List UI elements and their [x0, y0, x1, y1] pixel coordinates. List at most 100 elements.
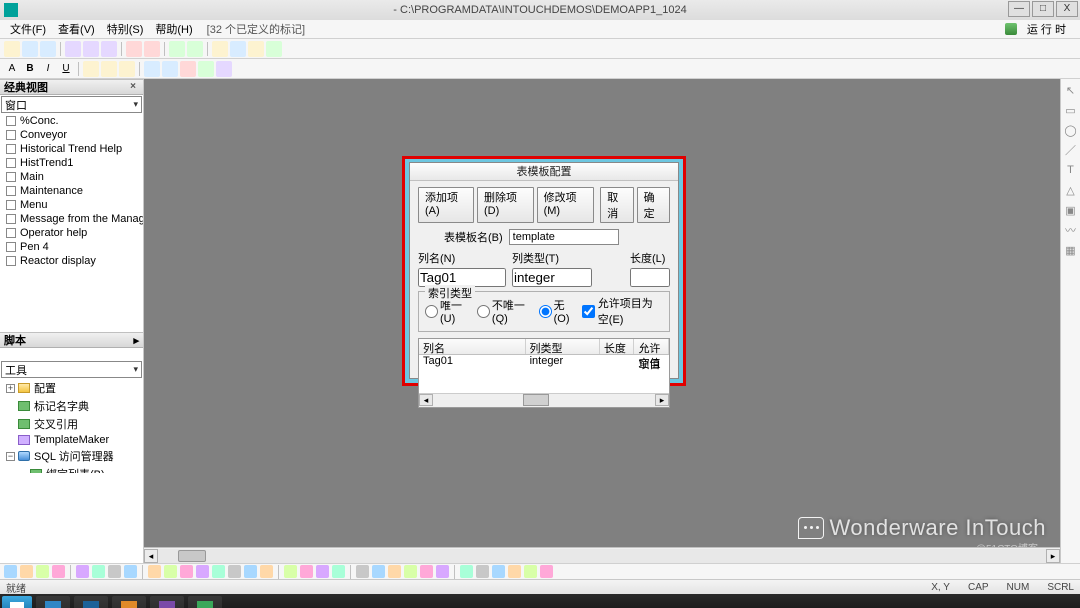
window-item[interactable]: HistTrend1 [0, 156, 143, 170]
pointer-tool-icon[interactable]: ↖ [1064, 83, 1078, 97]
tool-config[interactable]: +配置 [0, 379, 143, 397]
tb-undo-icon[interactable] [126, 41, 142, 57]
window-item[interactable]: Operator help [0, 226, 143, 240]
delete-item-button[interactable]: 删除项(D) [477, 187, 534, 223]
tool-bindlist[interactable]: 绑定列表(B) [0, 465, 143, 473]
tb-align-right-icon[interactable] [119, 61, 135, 77]
radio-unique[interactable]: 唯一(U) [425, 297, 469, 325]
menu-special[interactable]: 特别(S) [101, 19, 150, 39]
taskbar-item[interactable] [74, 596, 108, 608]
tb-paste-icon[interactable] [101, 41, 117, 57]
bi-icon[interactable] [148, 565, 161, 578]
tb-cut-icon[interactable] [65, 41, 81, 57]
tools-dropdown[interactable]: 工具 ▾ [1, 361, 142, 378]
runtime-group[interactable]: 运 行 时 [999, 17, 1080, 41]
window-item[interactable]: Pen 4 [0, 240, 143, 254]
bi-icon[interactable] [404, 565, 417, 578]
window-item[interactable]: Historical Trend Help [0, 142, 143, 156]
tb-font-icon[interactable]: A [4, 61, 20, 77]
tool-crossref[interactable]: 交叉引用 [0, 415, 143, 433]
polygon-tool-icon[interactable]: △ [1064, 183, 1078, 197]
add-item-button[interactable]: 添加项(A) [418, 187, 474, 223]
taskbar-item[interactable] [112, 596, 146, 608]
tb-line-icon[interactable] [198, 61, 214, 77]
window-item[interactable]: Menu [0, 198, 143, 212]
bi-icon[interactable] [524, 565, 537, 578]
rect-tool-icon[interactable]: ▭ [1064, 103, 1078, 117]
tb-misc1-icon[interactable] [212, 41, 228, 57]
close-button[interactable]: X [1056, 1, 1078, 17]
canvas-hscrollbar[interactable]: ◂ ▸ [144, 547, 1060, 563]
bi-icon[interactable] [436, 565, 449, 578]
bi-icon[interactable] [228, 565, 241, 578]
window-item[interactable]: Message from the Manager [0, 212, 143, 226]
taskbar-item[interactable] [150, 596, 184, 608]
bi-icon[interactable] [372, 565, 385, 578]
tb-save-icon[interactable] [40, 41, 56, 57]
tb-run-icon[interactable] [169, 41, 185, 57]
line-tool-icon[interactable]: ／ [1064, 143, 1078, 157]
bi-icon[interactable] [4, 565, 17, 578]
bi-icon[interactable] [92, 565, 105, 578]
panel-close-icon[interactable]: × [127, 81, 139, 93]
scroll-right-icon[interactable]: ▸ [655, 394, 669, 406]
bitmap-tool-icon[interactable]: ▦ [1064, 243, 1078, 257]
tool-tagdict[interactable]: 标记名字典 [0, 397, 143, 415]
tb-shape1-icon[interactable] [144, 61, 160, 77]
grid-hscrollbar[interactable]: ◂ ▸ [419, 393, 669, 407]
bi-icon[interactable] [540, 565, 553, 578]
bi-icon[interactable] [36, 565, 49, 578]
scroll-left-icon[interactable]: ◂ [419, 394, 433, 406]
tb-shape2-icon[interactable] [162, 61, 178, 77]
bi-icon[interactable] [20, 565, 33, 578]
window-item[interactable]: Reactor display [0, 254, 143, 268]
bi-icon[interactable] [492, 565, 505, 578]
button-tool-icon[interactable]: ▣ [1064, 203, 1078, 217]
bi-icon[interactable] [180, 565, 193, 578]
bi-icon[interactable] [316, 565, 329, 578]
trend-tool-icon[interactable]: 〰 [1064, 223, 1078, 237]
tb-redo-icon[interactable] [144, 41, 160, 57]
tb-stop-icon[interactable] [187, 41, 203, 57]
tb-open-icon[interactable] [22, 41, 38, 57]
bi-icon[interactable] [76, 565, 89, 578]
bi-icon[interactable] [460, 565, 473, 578]
bi-icon[interactable] [388, 565, 401, 578]
tb-copy-icon[interactable] [83, 41, 99, 57]
scroll-thumb[interactable] [178, 550, 206, 562]
bi-icon[interactable] [164, 565, 177, 578]
menu-help[interactable]: 帮助(H) [149, 19, 198, 39]
taskbar-item[interactable] [188, 596, 222, 608]
maximize-button[interactable]: □ [1032, 1, 1054, 17]
scroll-left-icon[interactable]: ◂ [144, 549, 158, 563]
bi-icon[interactable] [212, 565, 225, 578]
tb-fill-icon[interactable] [216, 61, 232, 77]
columns-grid[interactable]: 列名 列类型 长度 允许项目 Tag01 integer 空值 ◂ [418, 338, 670, 408]
radio-notunique[interactable]: 不唯一(Q) [477, 297, 531, 325]
bi-icon[interactable] [476, 565, 489, 578]
tb-misc4-icon[interactable] [266, 41, 282, 57]
radio-none[interactable]: 无(O) [539, 297, 574, 325]
text-tool-icon[interactable]: T [1064, 163, 1078, 177]
ok-button[interactable]: 确定 [637, 187, 670, 223]
tool-templatemaker[interactable]: TemplateMaker [0, 433, 143, 447]
minimize-button[interactable]: — [1008, 1, 1030, 17]
allow-null-checkbox[interactable]: 允许项目为空(E) [582, 295, 663, 327]
length-input[interactable] [630, 268, 670, 287]
tool-sqlmanager[interactable]: −SQL 访问管理器 [0, 447, 143, 465]
scroll-right-icon[interactable]: ▸ [1046, 549, 1060, 563]
bi-icon[interactable] [52, 565, 65, 578]
panel-scripts-header[interactable]: 脚本 ▸ [0, 332, 143, 348]
tb-align-center-icon[interactable] [101, 61, 117, 77]
col-type-input[interactable] [512, 268, 592, 287]
cancel-button[interactable]: 取消 [600, 187, 633, 223]
tb-misc3-icon[interactable] [248, 41, 264, 57]
tb-new-icon[interactable] [4, 41, 20, 57]
bi-icon[interactable] [420, 565, 433, 578]
tb-italic-icon[interactable]: I [40, 61, 56, 77]
template-name-input[interactable] [509, 229, 619, 245]
window-item[interactable]: Main [0, 170, 143, 184]
bi-icon[interactable] [244, 565, 257, 578]
tb-align-left-icon[interactable] [83, 61, 99, 77]
canvas-area[interactable]: 表模板配置 添加项(A) 删除项(D) 修改项(M) 取消 确定 表模板名(B) [144, 79, 1060, 563]
